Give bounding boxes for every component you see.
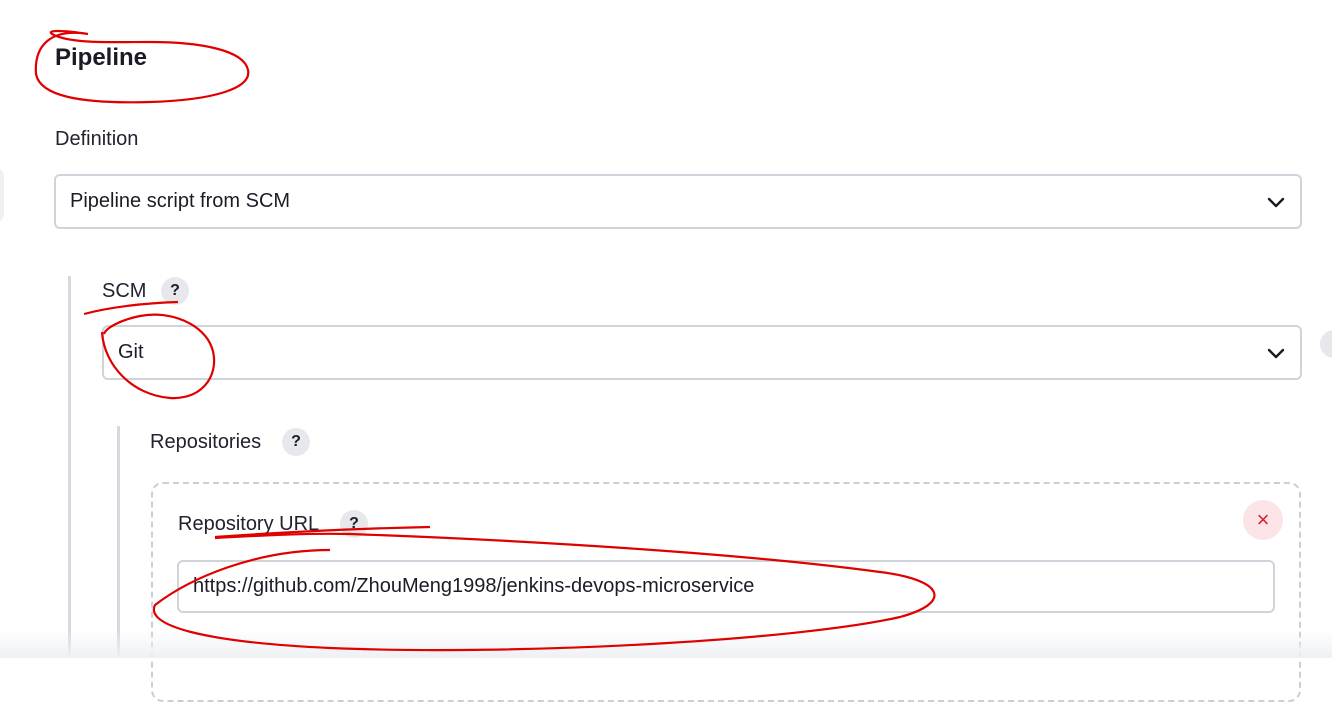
repository-url-label: Repository URL bbox=[178, 513, 320, 535]
scm-section-rail bbox=[68, 276, 71, 658]
scm-selected-value: Git bbox=[118, 341, 144, 363]
definition-selected-value: Pipeline script from SCM bbox=[70, 190, 291, 212]
chevron-down-icon bbox=[1267, 197, 1285, 207]
repository-url-value: https://github.com/ZhouMeng1998/jenkins-… bbox=[193, 575, 755, 597]
close-icon: × bbox=[1256, 507, 1270, 532]
section-title: Pipeline bbox=[55, 44, 148, 71]
repositories-label: Repositories bbox=[150, 431, 262, 453]
delete-repository-button[interactable]: × bbox=[1243, 500, 1283, 540]
scm-label: SCM bbox=[102, 280, 147, 302]
repository-url-input[interactable]: https://github.com/ZhouMeng1998/jenkins-… bbox=[177, 560, 1275, 613]
repositories-help-icon[interactable]: ? bbox=[282, 428, 310, 456]
annotation-underline-scm bbox=[83, 300, 179, 316]
definition-label: Definition bbox=[55, 128, 139, 150]
chevron-down-icon bbox=[1267, 348, 1285, 358]
repository-url-help-icon[interactable]: ? bbox=[340, 510, 368, 538]
side-panel-edge bbox=[0, 168, 4, 222]
bottom-shadow bbox=[0, 630, 1332, 658]
repositories-section-rail bbox=[117, 426, 120, 658]
help-icon-partial[interactable] bbox=[1320, 330, 1332, 358]
scm-select[interactable]: Git bbox=[102, 325, 1302, 380]
scm-help-icon[interactable]: ? bbox=[161, 277, 189, 305]
definition-select[interactable]: Pipeline script from SCM bbox=[54, 174, 1302, 229]
